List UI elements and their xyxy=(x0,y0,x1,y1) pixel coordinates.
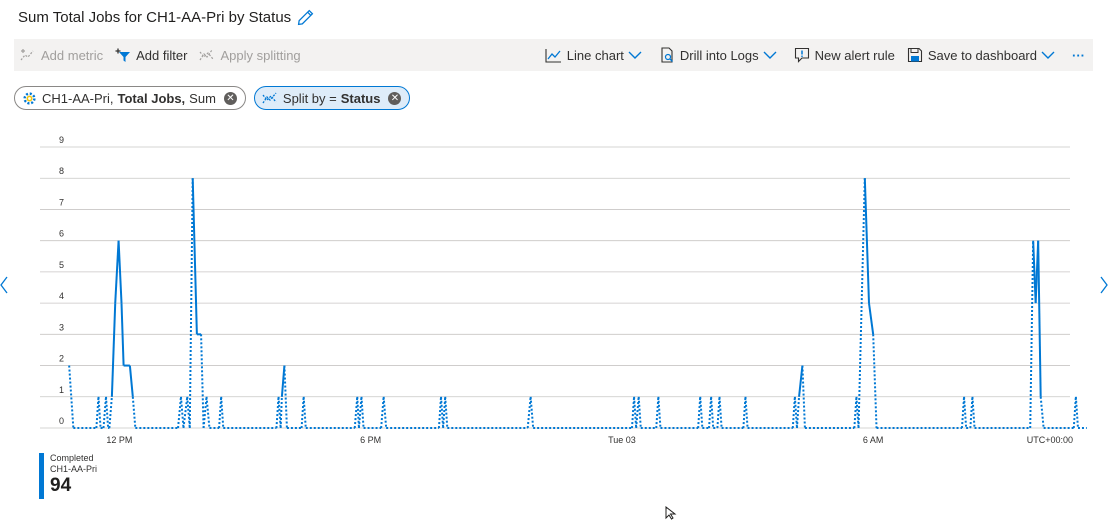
metric-pill-resource: CH1-AA-Pri, xyxy=(42,90,114,106)
legend-total-value: 94 xyxy=(50,475,72,496)
new-alert-rule-button[interactable]: New alert rule xyxy=(788,39,901,71)
drill-into-logs-label: Drill into Logs xyxy=(679,47,759,63)
chevron-down-icon xyxy=(763,51,777,59)
more-options-label: ··· xyxy=(1072,47,1085,63)
apply-splitting-label: Apply splitting xyxy=(220,47,301,63)
y-tick-label: 4 xyxy=(59,291,64,301)
legend-resource-name: CH1-AA-Pri xyxy=(50,464,98,474)
add-metric-icon xyxy=(20,49,34,61)
chart-title-row: Sum Total Jobs for CH1-AA-Pri by Status xyxy=(18,6,314,28)
series-segment xyxy=(718,396,723,429)
pencil-icon[interactable] xyxy=(297,9,314,26)
series-segment xyxy=(657,396,662,429)
y-tick-label: 0 xyxy=(59,416,64,426)
series-segment xyxy=(97,396,102,429)
split-icon xyxy=(262,92,277,104)
series-segment xyxy=(108,396,113,429)
y-tick-label: 3 xyxy=(59,322,64,332)
save-to-dashboard-button[interactable]: Save to dashboard xyxy=(901,39,1066,71)
chart-title: Sum Total Jobs for CH1-AA-Pri by Status xyxy=(18,8,292,26)
line-chart-icon xyxy=(545,48,561,63)
line-chart-button[interactable]: Line chart xyxy=(539,39,653,71)
series-segment xyxy=(1039,396,1045,429)
x-tick-label: 6 AM xyxy=(863,435,884,445)
y-tick-label: 1 xyxy=(59,385,64,395)
chart-pills: CH1-AA-Pri, Total Jobs, Sum ✕ Split by =… xyxy=(14,86,411,110)
metric-pill[interactable]: CH1-AA-Pri, Total Jobs, Sum ✕ xyxy=(14,86,246,110)
series-segment xyxy=(128,365,134,397)
add-metric-label: Add metric xyxy=(41,47,104,63)
series-segment xyxy=(710,396,715,429)
chevron-down-icon xyxy=(1041,51,1055,59)
x-tick-label: 6 PM xyxy=(360,435,381,445)
metric-pill-aggregation: Sum xyxy=(189,90,216,106)
series-segment xyxy=(302,396,307,429)
series-segment xyxy=(529,396,535,429)
series-segment xyxy=(867,302,875,335)
series-segment xyxy=(360,396,365,429)
series-segment xyxy=(131,396,137,429)
series-segment xyxy=(795,396,801,429)
save-to-dashboard-label: Save to dashboard xyxy=(927,47,1037,63)
series-segment xyxy=(220,396,225,429)
series-segment xyxy=(963,396,968,429)
legend-text: Completed CH1-AA-Pri 94 xyxy=(50,453,97,499)
y-tick-label: 5 xyxy=(59,260,64,270)
remove-split-icon[interactable]: ✕ xyxy=(388,91,402,105)
chevron-down-icon xyxy=(628,51,642,59)
series-segment xyxy=(200,334,205,429)
alert-icon xyxy=(794,47,809,63)
series-segment xyxy=(444,396,449,429)
series-segment xyxy=(1037,240,1042,397)
series-segment xyxy=(191,178,198,335)
chart-toolbar: Add metric Add filter Apply splitting Li… xyxy=(14,39,1093,71)
add-metric-button[interactable]: Add metric xyxy=(14,39,109,71)
split-pill-prefix: Split by = xyxy=(282,90,337,106)
add-filter-icon xyxy=(115,48,131,62)
series-segment xyxy=(872,334,878,429)
more-options-button[interactable]: ··· xyxy=(1066,39,1093,71)
x-tick-label: 12 PM xyxy=(106,435,132,445)
apply-splitting-icon xyxy=(199,49,214,61)
y-tick-label: 6 xyxy=(59,229,64,239)
drill-into-logs-button[interactable]: Drill into Logs xyxy=(653,39,788,71)
remove-metric-icon[interactable]: ✕ xyxy=(223,91,237,105)
logs-icon xyxy=(661,47,673,63)
y-tick-label: 2 xyxy=(59,354,64,364)
split-pill[interactable]: Split by = Status ✕ xyxy=(253,86,411,110)
line-chart-label: Line chart xyxy=(566,47,624,63)
y-tick-label: 8 xyxy=(59,166,64,176)
gear-icon xyxy=(23,91,36,105)
series-segment xyxy=(205,396,211,429)
series-segment xyxy=(279,396,283,429)
series-segment xyxy=(971,396,976,429)
line-chart[interactable]: 0 1 2 3 4 5 6 7 8 9 12 PM 6 PM Tue 03 6 AM UTC+00:00 xyxy=(0,120,1118,450)
series-segment xyxy=(382,396,388,429)
series-segment xyxy=(120,303,125,366)
legend-series-name: Completed xyxy=(50,453,94,463)
add-filter-button[interactable]: Add filter xyxy=(109,39,193,71)
series-segment xyxy=(699,396,704,429)
series-segment xyxy=(1074,396,1079,429)
split-pill-value: Status xyxy=(340,90,381,106)
x-tick-label: Tue 03 xyxy=(608,435,636,445)
save-icon xyxy=(907,47,922,63)
chart-legend[interactable]: Completed CH1-AA-Pri 94 xyxy=(39,453,97,499)
metric-pill-name: Total Jobs, xyxy=(117,90,186,106)
series-segment xyxy=(105,396,110,429)
legend-color-swatch xyxy=(39,453,44,499)
series-segment xyxy=(637,396,642,429)
apply-splitting-button[interactable]: Apply splitting xyxy=(193,39,306,71)
y-tick-label: 7 xyxy=(59,197,64,207)
series-segment xyxy=(110,303,117,397)
series-segment xyxy=(744,396,749,429)
add-filter-label: Add filter xyxy=(136,47,188,63)
y-tick-label: 9 xyxy=(59,135,64,145)
new-alert-rule-label: New alert rule xyxy=(814,47,895,63)
timezone-label: UTC+00:00 xyxy=(1027,435,1073,445)
